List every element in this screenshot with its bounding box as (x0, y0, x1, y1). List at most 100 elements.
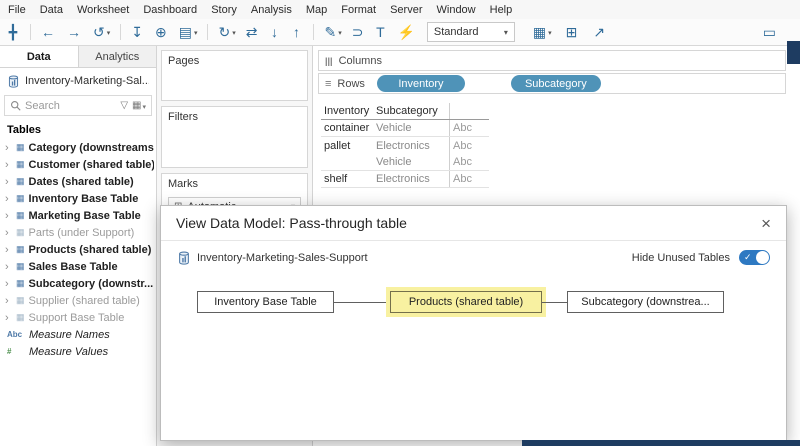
fit-dropdown[interactable]: Standard ▾ (427, 22, 515, 42)
filter-funnel-icon[interactable]: ▽ (120, 100, 128, 111)
swap-axes-icon[interactable]: ⇄ (246, 25, 260, 39)
inventory-cell (321, 154, 373, 170)
table-list-item[interactable]: › ▦ Dates (shared table) (0, 173, 156, 190)
field-pill[interactable]: Inventory (377, 75, 465, 92)
table-list-item[interactable]: › ▦ Inventory Base Table (0, 190, 156, 207)
expand-chevron-icon[interactable]: › (5, 278, 12, 290)
expand-chevron-icon[interactable]: › (5, 227, 12, 239)
column-header-inventory[interactable]: Inventory (321, 103, 373, 119)
group-members-icon[interactable]: ⊃ (352, 25, 366, 39)
tables-header: Tables (0, 119, 156, 139)
menu-item[interactable]: Map (306, 4, 327, 16)
check-icon: ✓ (744, 252, 752, 263)
table-label: Sales Base Table (29, 261, 118, 273)
table-list-item[interactable]: › ▦ Marketing Base Table (0, 207, 156, 224)
share-icon[interactable]: ↗ (593, 25, 607, 39)
datasource-item[interactable]: Inventory-Marketing-Sal... (0, 68, 156, 94)
tab-analytics[interactable]: Analytics (78, 46, 157, 67)
subcategory-cell: Electronics (373, 171, 449, 187)
field-pill[interactable]: Subcategory (511, 75, 601, 92)
expand-chevron-icon[interactable]: › (5, 142, 12, 154)
highlight-icon[interactable]: ✎ ▾ (324, 25, 341, 39)
columns-shelf-label: ||| Columns (319, 55, 392, 67)
replay-icon[interactable]: ↺ ▾ (93, 25, 110, 39)
presentation-mode-icon[interactable]: ▭ (763, 25, 778, 39)
redo-icon[interactable]: → (67, 25, 83, 39)
table-icon: ▦ (16, 142, 25, 153)
table-list-item[interactable]: › ▦ Support Base Table (0, 309, 156, 326)
table-list-item[interactable]: › ▦ Customer (shared table) (0, 156, 156, 173)
expand-chevron-icon[interactable]: › (5, 244, 12, 256)
show-mark-labels-icon[interactable]: T (375, 25, 387, 39)
bottom-scrollbar[interactable] (522, 440, 800, 446)
model-node-subcategory[interactable]: Subcategory (downstrea... (567, 291, 724, 313)
filters-shelf[interactable]: Filters (161, 106, 308, 168)
menu-item[interactable]: Format (341, 4, 376, 16)
table-list-item[interactable]: › ▦ Subcategory (downstr... (0, 275, 156, 292)
menu-item[interactable]: Window (437, 4, 476, 16)
tableau-logo-icon[interactable]: ╋ (8, 25, 20, 39)
table-list-item[interactable]: › ▦ Parts (under Support) (0, 224, 156, 241)
menu-item[interactable]: Analysis (251, 4, 292, 16)
expand-chevron-icon[interactable]: › (5, 261, 12, 273)
fit-dropdown-label: Standard (434, 26, 479, 38)
undo-icon[interactable]: ← (41, 25, 57, 39)
columns-shelf[interactable]: ||| Columns (318, 50, 786, 71)
menu-item[interactable]: Worksheet (77, 4, 129, 16)
inventory-cell: container (321, 120, 373, 136)
menu-item[interactable]: Dashboard (143, 4, 197, 16)
menu-item[interactable]: Story (211, 4, 237, 16)
save-icon[interactable]: ↧ (131, 25, 145, 39)
sort-descending-icon[interactable]: ↑ (291, 25, 303, 39)
measure-field-item[interactable]: # Measure Values (0, 343, 156, 360)
table-list-item[interactable]: › ▦ Category (downstreams... (0, 139, 156, 156)
expand-chevron-icon[interactable]: › (5, 193, 12, 205)
menu-item[interactable]: File (8, 4, 26, 16)
show-me-icon[interactable]: ▦ ▾ (533, 25, 552, 39)
table-list-item[interactable]: › ▦ Sales Base Table (0, 258, 156, 275)
new-worksheet-icon[interactable]: ▤ ▾ (179, 25, 198, 39)
table-label: Dates (shared table) (29, 176, 134, 188)
inventory-cell: shelf (321, 171, 373, 187)
table-row[interactable]: pallet Electronics Abc (321, 137, 489, 154)
expand-chevron-icon[interactable]: › (5, 176, 12, 188)
expand-chevron-icon[interactable]: › (5, 295, 12, 307)
expand-chevron-icon[interactable]: › (5, 312, 12, 324)
menu-item[interactable]: Data (40, 4, 63, 16)
scroll-corner-block (787, 41, 800, 64)
model-node-inventory-base[interactable]: Inventory Base Table (197, 291, 334, 313)
new-datasource-icon[interactable]: ⊕ (155, 25, 169, 39)
table-icon: ▦ (16, 278, 25, 289)
hide-unused-tables-toggle[interactable]: ✓ (739, 250, 770, 265)
measure-field-item[interactable]: Abc Measure Names (0, 326, 156, 343)
data-pane: Data Analytics Inventory-Marketing-Sal..… (0, 46, 157, 446)
hide-unused-tables: Hide Unused Tables ✓ (632, 250, 770, 265)
fix-axes-icon[interactable]: ⚡ (397, 25, 416, 39)
refresh-icon[interactable]: ↻ ▾ (218, 25, 235, 39)
rows-shelf-label: ≡ Rows (319, 78, 375, 90)
menu-item[interactable]: Server (390, 4, 422, 16)
table-icon: ▦ (16, 210, 25, 221)
expand-chevron-icon[interactable]: › (5, 159, 12, 171)
menu-item[interactable]: Help (490, 4, 513, 16)
table-row[interactable]: shelf Electronics Abc (321, 171, 489, 188)
dialog-subheader: Inventory-Marketing-Sales-Support Hide U… (161, 241, 786, 265)
view-data-model-dialog: View Data Model: Pass-through table × In… (160, 205, 787, 441)
close-icon[interactable]: × (761, 215, 771, 232)
table-row[interactable]: container Vehicle Abc (321, 120, 489, 137)
model-node-products-highlighted[interactable]: Products (shared table) (390, 291, 542, 313)
search-input[interactable] (25, 100, 116, 112)
column-header-subcategory[interactable]: Subcategory (373, 103, 449, 119)
toolbar-divider (207, 24, 208, 40)
table-list-item[interactable]: › ▦ Supplier (shared table) (0, 292, 156, 309)
rows-shelf[interactable]: ≡ Rows Inventory Subcategory (318, 73, 786, 94)
columns-icon: ||| (325, 56, 333, 66)
view-options-icon[interactable]: ▦ ▾ (132, 100, 146, 111)
expand-chevron-icon[interactable]: › (5, 210, 12, 222)
sort-ascending-icon[interactable]: ↓ (269, 25, 281, 39)
tab-data[interactable]: Data (0, 46, 78, 67)
format-icon[interactable]: ⊞ (566, 25, 580, 39)
pages-shelf[interactable]: Pages (161, 50, 308, 101)
table-row[interactable]: Vehicle Abc (321, 154, 489, 171)
table-list-item[interactable]: › ▦ Products (shared table) (0, 241, 156, 258)
